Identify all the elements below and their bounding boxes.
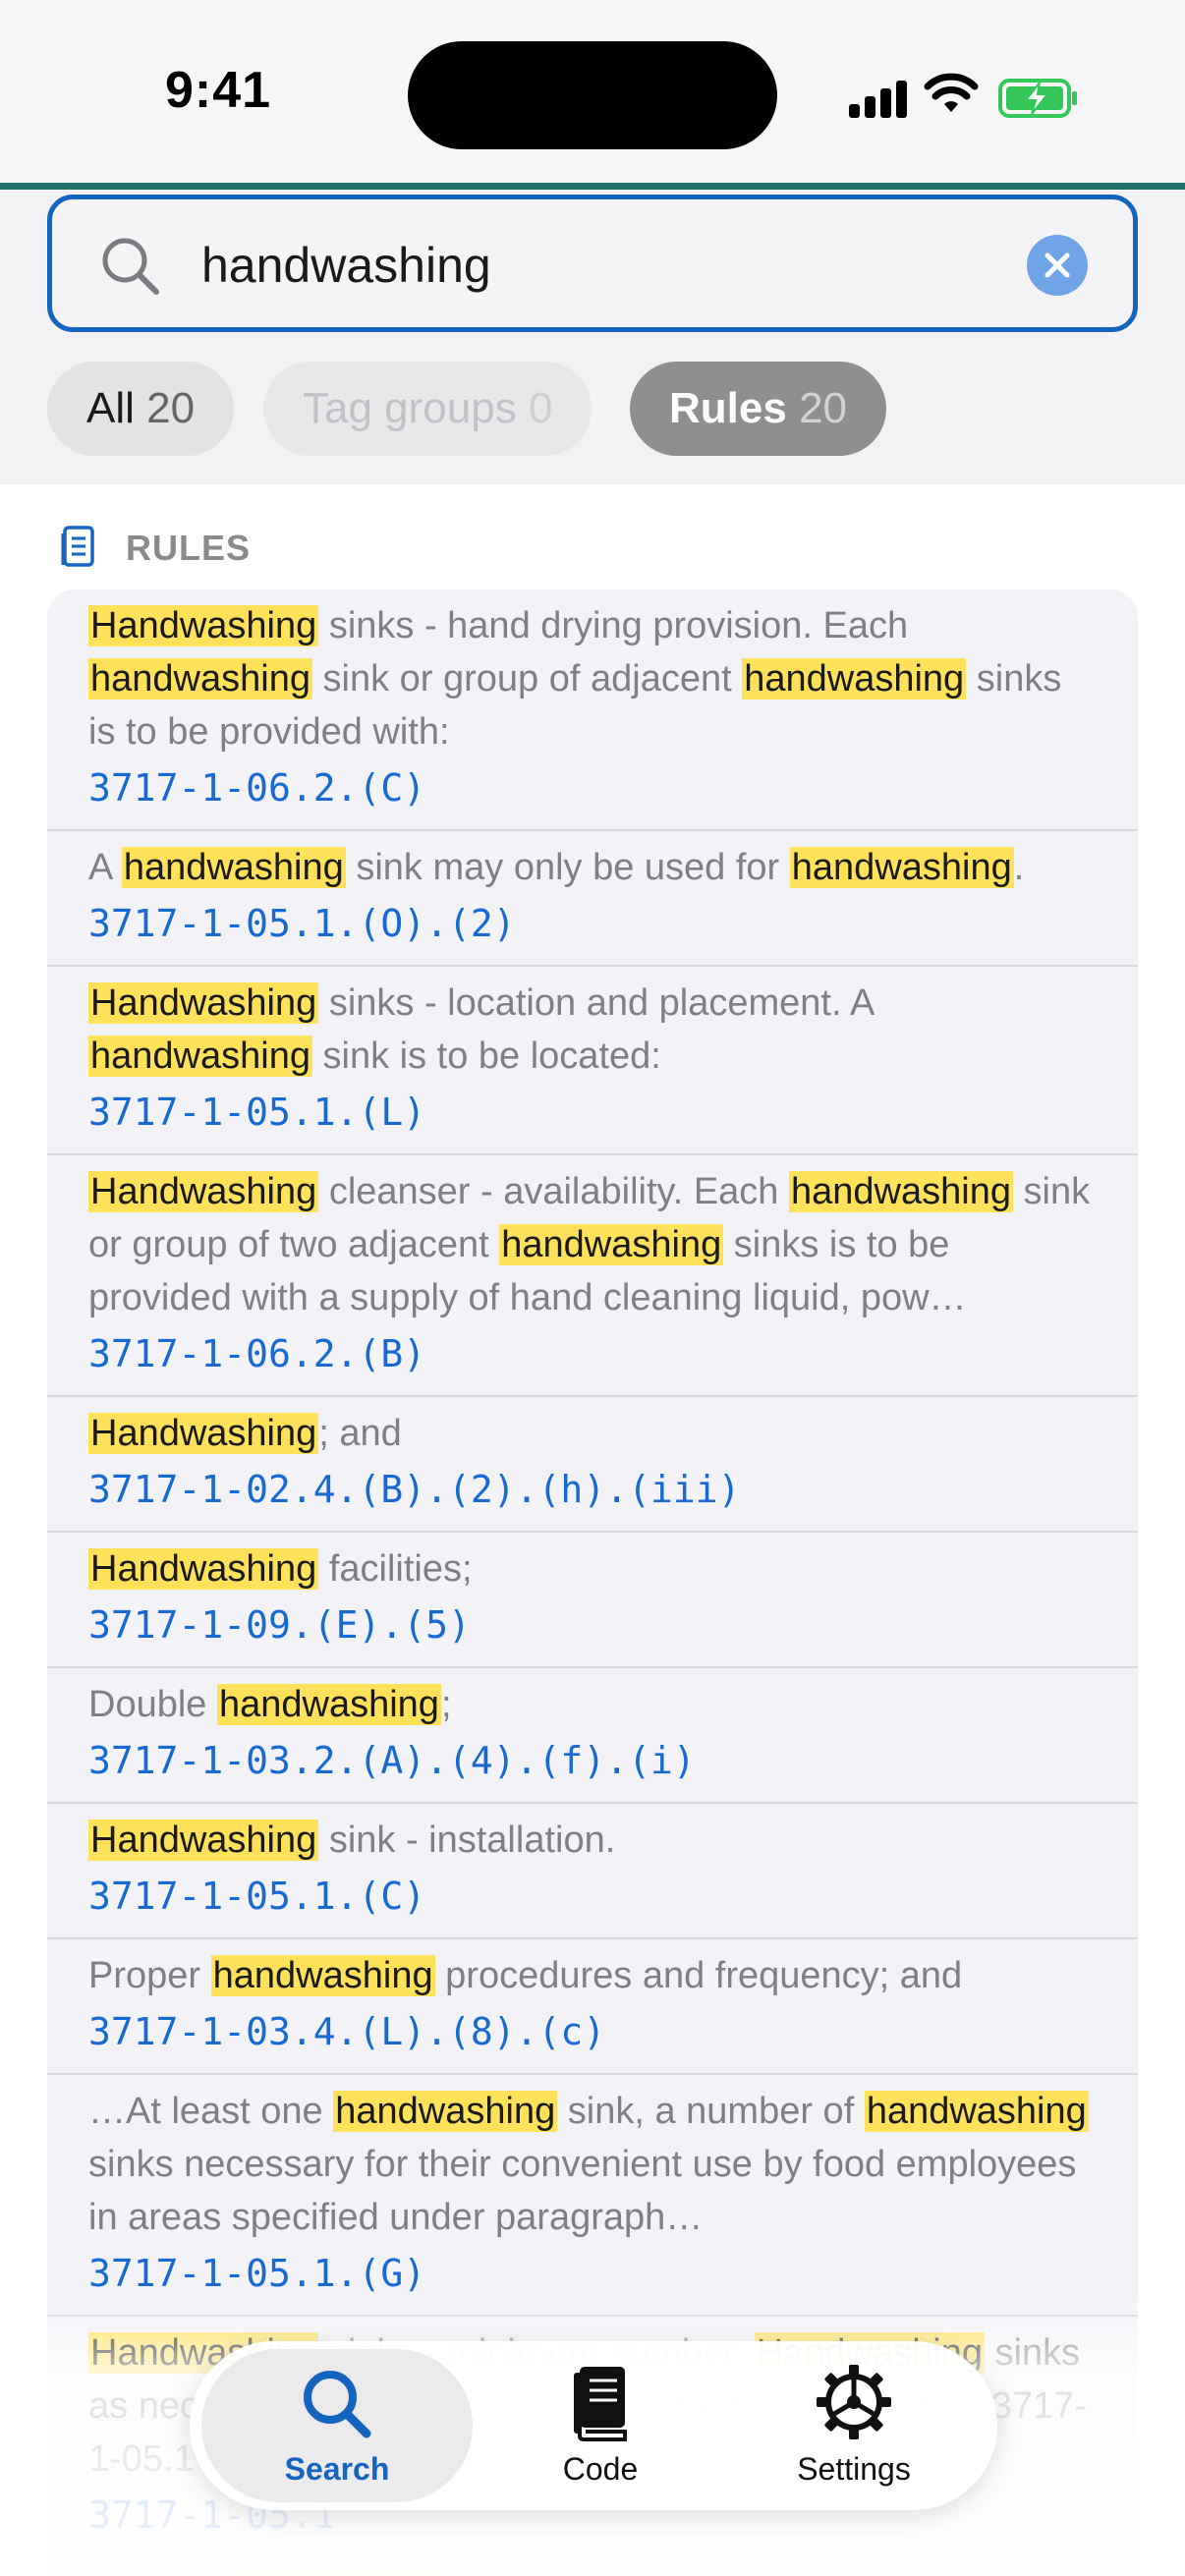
rule-code-link[interactable]: 3717-1-06.2.(B) [88, 1326, 1099, 1381]
tab-settings[interactable]: Settings [726, 2341, 982, 2510]
search-highlight: handwashing [216, 1684, 441, 1725]
result-row[interactable]: A handwashing sink may only be used for … [47, 831, 1138, 967]
status-time: 9:41 [165, 62, 272, 119]
filter-chip-rules[interactable]: Rules 20 [630, 362, 887, 456]
filter-chip-label: All [86, 384, 135, 432]
magnifier-icon [304, 2371, 371, 2438]
result-snippet: Handwashing facilities; [88, 1542, 1099, 1596]
snippet-text: A [88, 847, 122, 888]
result-snippet: Handwashing sinks - hand drying provisio… [88, 599, 1099, 758]
result-row[interactable]: Handwashing sinks - location and placeme… [47, 967, 1138, 1155]
result-row[interactable]: …At least one handwashing sink, a number… [47, 2075, 1138, 2317]
result-snippet: Handwashing cleanser - availability. Eac… [88, 1165, 1099, 1324]
snippet-text: Double [88, 1684, 217, 1725]
cellular-signal-icon [849, 79, 908, 118]
gear-icon [817, 2365, 891, 2439]
rule-code-link[interactable]: 3717-1-05.1.(L) [88, 1085, 1099, 1140]
clear-search-button[interactable] [1027, 235, 1088, 296]
search-input[interactable]: handwashing [201, 237, 491, 294]
snippet-text: …At least one [88, 2091, 334, 2132]
snippet-text: cleanser - availability. Each [318, 1171, 789, 1212]
snippet-text: sink or group of adjacent [311, 658, 743, 700]
filter-chip-count: 20 [799, 384, 848, 432]
tab-label: Search [284, 2451, 390, 2487]
search-highlight: handwashing [333, 2091, 558, 2132]
book-icon [574, 2367, 627, 2441]
tab-label: Settings [797, 2451, 911, 2487]
filter-chip-label: Tag groups [303, 384, 517, 432]
result-snippet: Double handwashing; [88, 1678, 1099, 1731]
tab-code[interactable]: Code [473, 2341, 728, 2510]
search-highlight: handwashing [88, 658, 312, 700]
result-row[interactable]: Handwashing; and 3717-1-02.4.(B).(2).(h).… [47, 1397, 1138, 1533]
tab-bar: Search Code Settings [190, 2341, 997, 2510]
search-highlight: Handwashing [88, 605, 319, 646]
search-field[interactable]: handwashing [47, 195, 1138, 332]
snippet-text: facilities; [318, 1548, 473, 1590]
search-highlight: handwashing [121, 847, 346, 888]
filter-chip-all[interactable]: All 20 [47, 362, 235, 456]
rule-code-link[interactable]: 3717-1-05.1.(C) [88, 1869, 1099, 1924]
filter-chip-count: 20 [146, 384, 196, 432]
snippet-text: sinks necessary for their convenient use… [88, 2144, 1077, 2238]
search-highlight: Handwashing [88, 1548, 319, 1590]
result-row[interactable]: Handwashing sinks - hand drying provisio… [47, 589, 1138, 831]
snippet-text: ; and [318, 1413, 402, 1454]
snippet-text: sink may only be used for [345, 847, 790, 888]
result-snippet: Handwashing sink - installation. [88, 1814, 1099, 1867]
snippet-text: sink, a number of [557, 2091, 865, 2132]
tab-label: Code [562, 2451, 639, 2487]
status-bar: 9:41 [0, 0, 1185, 183]
header-divider [0, 183, 1185, 190]
filter-chip-label: Rules [669, 384, 787, 432]
results-list: Handwashing sinks - hand drying provisio… [47, 589, 1138, 2576]
result-snippet: …At least one handwashing sink, a number… [88, 2085, 1099, 2244]
rule-code-link[interactable]: 3717-1-09.(E).(5) [88, 1597, 1099, 1652]
result-snippet: Proper handwashing procedures and freque… [88, 1949, 1099, 2002]
search-highlight: handwashing [499, 1224, 724, 1265]
result-row[interactable]: Handwashing cleanser - availability. Eac… [47, 1155, 1138, 1397]
search-highlight: Handwashing [88, 982, 319, 1024]
filter-chip-count: 0 [528, 384, 553, 432]
search-highlight: handwashing [742, 658, 967, 700]
snippet-text: Proper [88, 1955, 211, 1996]
rule-code-link[interactable]: 3717-1-06.2.(C) [88, 760, 1099, 815]
snippet-text: . [1013, 847, 1025, 888]
clear-icon [1044, 252, 1070, 278]
snippet-text: sink - installation. [318, 1820, 616, 1861]
rule-code-link[interactable]: 3717-1-03.4.(L).(8).(c) [88, 2004, 1099, 2059]
search-highlight: Handwashing [88, 1171, 319, 1212]
search-highlight: Handwashing [88, 1413, 319, 1454]
result-snippet: A handwashing sink may only be used for … [88, 841, 1099, 894]
search-icon [102, 238, 159, 295]
battery-charging-icon [998, 79, 1077, 118]
snippet-text: ; [440, 1684, 452, 1725]
rule-code-link[interactable]: 3717-1-02.4.(B).(2).(h).(iii) [88, 1462, 1099, 1517]
search-highlight: handwashing [789, 847, 1014, 888]
snippet-text: sinks - location and placement. A [318, 982, 874, 1024]
result-snippet: Handwashing sinks - location and placeme… [88, 977, 1099, 1083]
snippet-text: sinks - hand drying provision. Each [318, 605, 909, 646]
snippet-text: sink is to be located: [311, 1036, 661, 1077]
result-row[interactable]: Proper handwashing procedures and freque… [47, 1939, 1138, 2075]
result-row[interactable]: Handwashing facilities; 3717-1-09.(E).(5) [47, 1533, 1138, 1668]
tab-search[interactable]: Search [201, 2349, 473, 2502]
dynamic-island [408, 41, 777, 149]
search-highlight: handwashing [789, 1171, 1013, 1212]
wifi-icon [924, 73, 979, 112]
result-snippet: Handwashing; and [88, 1407, 1099, 1460]
filter-chip-tag-groups[interactable]: Tag groups 0 [263, 362, 592, 456]
section-title: RULES [126, 528, 252, 568]
rule-code-link[interactable]: 3717-1-03.2.(A).(4).(f).(i) [88, 1733, 1099, 1788]
search-highlight: handwashing [864, 2091, 1089, 2132]
snippet-text: procedures and frequency; and [434, 1955, 963, 1996]
search-highlight: Handwashing [88, 1820, 319, 1861]
document-icon [61, 526, 94, 567]
rule-code-link[interactable]: 3717-1-05.1.(O).(2) [88, 896, 1099, 951]
search-highlight: handwashing [88, 1036, 312, 1077]
result-row[interactable]: Handwashing sink - installation. 3717-1-0… [47, 1804, 1138, 1939]
search-highlight: handwashing [210, 1955, 435, 1996]
result-row[interactable]: Double handwashing; 3717-1-03.2.(A).(4).(… [47, 1668, 1138, 1804]
